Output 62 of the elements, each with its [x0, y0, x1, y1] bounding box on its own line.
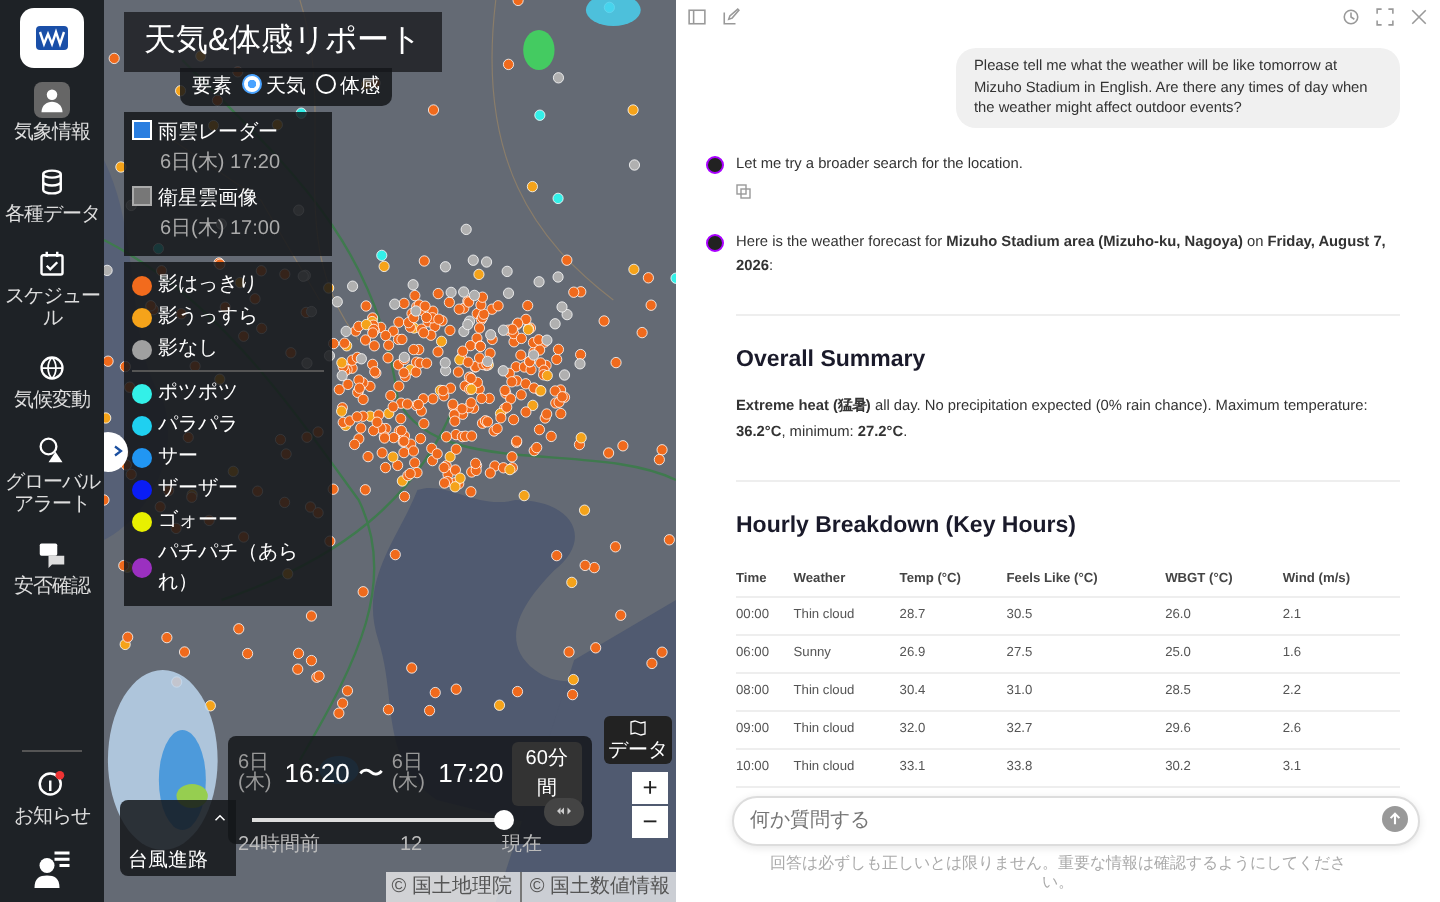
end-time: 17:20	[438, 756, 504, 793]
layer-checkbox[interactable]: 雨雲レーダー	[132, 118, 324, 148]
sidebar-item[interactable]: 安否確認	[0, 530, 104, 604]
legend-label: パラパラ	[158, 412, 238, 440]
duration-button[interactable]: 60分間	[511, 742, 582, 806]
slider-thumb[interactable]	[494, 810, 514, 830]
legend-label: ポツポツ	[158, 380, 238, 408]
user-menu-icon	[32, 848, 72, 888]
legend-label: サー	[158, 444, 198, 472]
legend-label: パチパチ（あられ）	[158, 540, 300, 598]
arrow-up-icon	[1388, 812, 1402, 826]
close-icon	[1410, 8, 1428, 26]
step-buttons[interactable]	[544, 798, 584, 826]
globe-icon	[38, 354, 66, 382]
data-layer-button[interactable]: データ	[604, 716, 672, 764]
chevron-up-icon	[212, 812, 228, 825]
zoom-out-button[interactable]: −	[632, 806, 668, 838]
sidebar-item[interactable]: 気候変動	[0, 344, 104, 418]
edit-icon	[722, 8, 740, 26]
person-icon	[38, 86, 66, 114]
date-label: 6日(木)	[391, 754, 428, 794]
radio-option[interactable]: 天気	[242, 72, 306, 102]
section-heading: Hourly Breakdown (Key Hours)	[736, 512, 1078, 543]
legend-label: 影うっすら	[158, 304, 258, 332]
assistant-avatar	[706, 234, 724, 253]
clock-icon	[1342, 8, 1360, 26]
layer-checkbox[interactable]: 衛星雲画像	[132, 184, 324, 214]
layer-time: 6日(木) 17:20	[158, 149, 283, 178]
legend-label: ゴォーー	[158, 508, 238, 536]
typhoon-label: 台風進路	[128, 847, 210, 876]
expand-icon	[1376, 8, 1394, 26]
layer-time: 6日(木) 17:00	[158, 215, 283, 244]
map-title: 天気&体感リポート	[124, 12, 442, 72]
time-separator: 〜	[357, 756, 384, 793]
sidebar-item[interactable]: スケジュール	[0, 240, 104, 336]
attribution-text: © 国土地理院	[391, 873, 512, 902]
chat-bubbles-icon	[38, 540, 66, 568]
legend-label: ザーザー	[158, 476, 238, 504]
disclaimer-text: 回答は必ずしも正しいとは限りません。重要な情報は確認するようにしてください。	[768, 852, 1348, 895]
sidebar-item[interactable]: 気象情報	[0, 76, 104, 150]
map-icon	[630, 720, 646, 737]
radio-option[interactable]: 体感	[316, 72, 380, 102]
section-heading: Overall Summary	[736, 345, 928, 376]
legend-label: 影はっきり	[158, 272, 258, 300]
sidebar-item[interactable]: 各種データ	[0, 158, 104, 232]
database-icon	[38, 168, 66, 196]
chevron-right-icon	[111, 442, 123, 461]
calendar-icon	[38, 250, 66, 278]
assistant-avatar	[706, 156, 724, 175]
sidebar-item[interactable]: グローバルアラート	[0, 426, 104, 522]
picker-label: 要素	[192, 73, 232, 102]
legend-label: 影なし	[158, 336, 218, 364]
question-field[interactable]: 何か質問する	[732, 796, 1420, 846]
copy-icon[interactable]	[736, 184, 752, 201]
start-time: 16:20	[284, 756, 350, 793]
notice-button[interactable]: お知らせ	[0, 760, 104, 834]
attribution-text: © 国土数値情報	[529, 873, 670, 902]
app-logo[interactable]	[20, 8, 84, 68]
zoom-in-button[interactable]: +	[632, 772, 668, 804]
date-label: 6日(木)	[238, 754, 274, 794]
sidebar-toggle-icon	[688, 8, 706, 26]
info-icon	[38, 770, 66, 798]
